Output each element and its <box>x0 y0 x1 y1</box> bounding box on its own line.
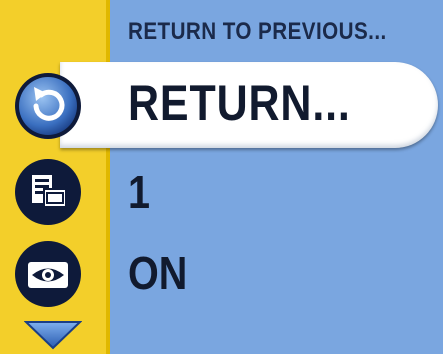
sidebar-divider <box>106 0 110 354</box>
multi-picture-icon[interactable] <box>14 158 82 226</box>
menu-item-label-review[interactable]: ON <box>128 246 187 300</box>
menu-header: RETURN TO PREVIOUS... <box>128 18 387 45</box>
return-arrow-icon[interactable] <box>14 72 82 140</box>
chevron-down-icon[interactable] <box>24 320 82 350</box>
menu-item-label-count[interactable]: 1 <box>128 165 150 219</box>
eye-review-icon[interactable] <box>14 240 82 308</box>
menu-item-label-return[interactable]: RETURN... <box>128 74 351 132</box>
camera-menu-screen: RETURN TO PREVIOUS... RETURN... 1 ON <box>0 0 443 354</box>
